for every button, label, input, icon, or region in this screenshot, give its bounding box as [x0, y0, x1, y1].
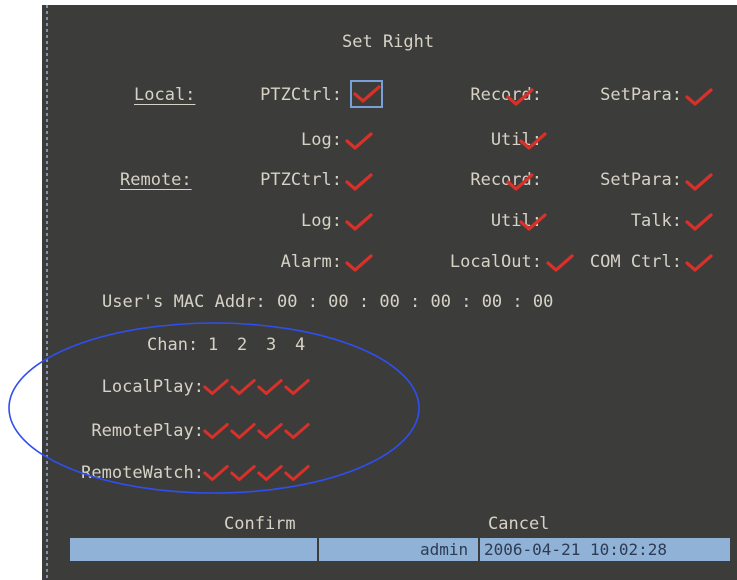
remoteplay-checks: [202, 421, 310, 443]
remote-setpara-label: SetPara:: [600, 170, 682, 190]
localplay-ch3-check-icon[interactable]: [256, 377, 284, 397]
local-ptz-label: PTZCtrl:: [260, 85, 342, 105]
remoteplay-ch2-check-icon[interactable]: [229, 421, 257, 441]
status-divider: [478, 538, 480, 561]
local-setpara-label: SetPara:: [600, 85, 682, 105]
localplay-ch2-check-icon[interactable]: [229, 377, 257, 397]
localplay-label: LocalPlay:: [101, 377, 204, 397]
chan-label: Chan:: [147, 335, 199, 355]
localplay-ch4-check-icon[interactable]: [283, 377, 311, 397]
mac-value[interactable]: 00 : 00 : 00 : 00 : 00 : 00: [277, 292, 553, 312]
chan-number: 4: [295, 335, 306, 355]
remotewatch-checks: [202, 463, 310, 485]
remoteplay-ch1-check-icon[interactable]: [202, 421, 230, 441]
dialog-title: Set Right: [342, 32, 435, 52]
mac-label: User's MAC Addr:: [102, 292, 266, 312]
remoteplay-ch3-check-icon[interactable]: [256, 421, 284, 441]
chan-number: 1: [208, 335, 219, 355]
remote-localout-label: LocalOut:: [449, 252, 542, 272]
remote-label: Remote:: [120, 170, 192, 190]
remotewatch-ch2-check-icon[interactable]: [229, 463, 257, 483]
status-bar: admin 2006-04-21 10:02:28: [70, 538, 730, 561]
remote-setpara-check-icon[interactable]: [684, 172, 714, 192]
remote-ptz-check-icon[interactable]: [344, 172, 374, 192]
set-right-dialog: Set Right Local: PTZCtrl: Record: SetPar…: [42, 5, 737, 580]
local-util-check-icon[interactable]: [518, 131, 548, 151]
remote-record-check-icon[interactable]: [505, 172, 535, 192]
remote-util-check-icon[interactable]: [518, 212, 548, 232]
remoteplay-ch4-check-icon[interactable]: [283, 421, 311, 441]
remote-comctrl-label: COM Ctrl:: [589, 252, 682, 272]
left-border-line: [46, 5, 48, 580]
remote-talk-label: Talk:: [630, 211, 682, 231]
remote-ptz-label: PTZCtrl:: [260, 170, 342, 190]
local-log-check-icon[interactable]: [344, 131, 374, 151]
chan-number: 3: [266, 335, 277, 355]
chan-number: 2: [237, 335, 248, 355]
remote-talk-check-icon[interactable]: [684, 212, 714, 232]
local-record-check-icon[interactable]: [505, 87, 535, 107]
remote-alarm-label: Alarm:: [280, 252, 342, 272]
remote-comctrl-check-icon[interactable]: [684, 253, 714, 273]
remote-log-check-icon[interactable]: [344, 212, 374, 232]
status-user: admin: [420, 540, 469, 559]
localplay-checks: [202, 377, 310, 399]
remotewatch-ch1-check-icon[interactable]: [202, 463, 230, 483]
local-ptz-check-icon[interactable]: [352, 84, 382, 104]
remotewatch-ch4-check-icon[interactable]: [283, 463, 311, 483]
remoteplay-label: RemotePlay:: [91, 421, 204, 441]
confirm-button[interactable]: Confirm: [224, 514, 296, 534]
local-setpara-check-icon[interactable]: [684, 87, 714, 107]
status-datetime: 2006-04-21 10:02:28: [484, 540, 668, 559]
localplay-ch1-check-icon[interactable]: [202, 377, 230, 397]
local-log-label: Log:: [301, 130, 342, 150]
cancel-button[interactable]: Cancel: [488, 514, 549, 534]
local-label: Local:: [134, 85, 196, 105]
remotewatch-ch3-check-icon[interactable]: [256, 463, 284, 483]
status-divider: [317, 538, 319, 561]
remote-log-label: Log:: [301, 211, 342, 231]
remotewatch-label: RemoteWatch:: [81, 463, 204, 483]
